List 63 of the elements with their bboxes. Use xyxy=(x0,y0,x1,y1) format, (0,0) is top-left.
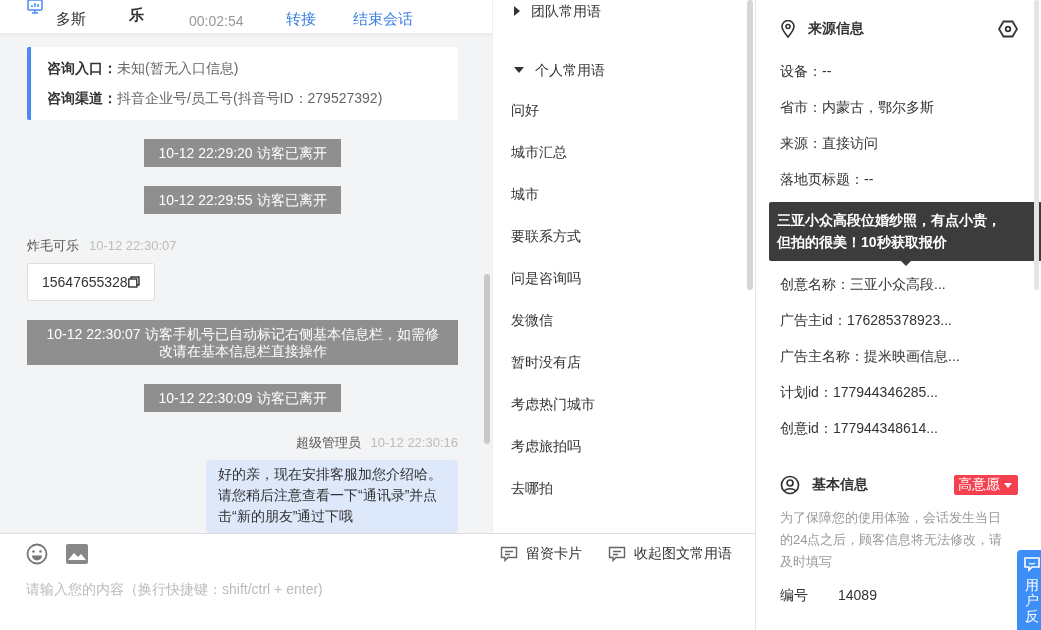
system-notice: 10-12 22:29:55 访客已离开 xyxy=(144,186,341,214)
message-bubble: 好的亲，现在安排客服加您介绍哈。请您稍后注意查看一下“通讯录”并点击“新的朋友”通过下哦 xyxy=(206,460,458,533)
source-field: 创意名称：三亚小众高段... xyxy=(780,266,1041,302)
source-field: 广告主id：176285378923... xyxy=(780,302,1041,338)
source-field: 广告主名称：提米映画信息... xyxy=(780,338,1041,374)
sender-name: 超级管理员 xyxy=(295,435,361,450)
phrase-item[interactable]: 要联系方式 xyxy=(493,215,755,257)
info-line: 咨询渠道：抖音企业号/员工号(抖音号ID：279527392) xyxy=(47,89,384,108)
phrase-item[interactable]: 城市汇总 xyxy=(493,131,755,173)
copy-icon[interactable] xyxy=(127,276,140,288)
visitor-name: 乐 xyxy=(129,6,144,25)
source-field: 省市：内蒙古，鄂尔多斯 xyxy=(780,89,1041,125)
source-field: 设备：-- xyxy=(780,53,1041,89)
field-value: 14089 xyxy=(838,587,877,605)
source-field: 创意id：177944348614... xyxy=(780,410,1041,446)
tooltip: 三亚小众高段位婚纱照，有点小贵，但拍的很美！10秒获取报价 xyxy=(769,202,1041,266)
phrase-item[interactable]: 考虑热门城市 xyxy=(493,383,755,425)
emoji-icon[interactable] xyxy=(26,543,48,565)
message-time: 10-12 22:30:16 xyxy=(370,435,458,450)
phrase-item[interactable]: 考虑旅拍吗 xyxy=(493,425,755,467)
source-field: 计划id：177944346285... xyxy=(780,374,1041,410)
field-label: 编号 xyxy=(780,587,809,605)
header-action-link[interactable]: 结束会话 xyxy=(352,10,413,29)
monitor-icon xyxy=(27,0,43,14)
settings-icon[interactable] xyxy=(998,20,1018,38)
intent-tag-dropdown[interactable]: 高意愿 xyxy=(954,475,1018,495)
system-notice: 10-12 22:30:09 访客已离开 xyxy=(144,384,341,412)
location-pin-icon xyxy=(780,20,796,38)
caret-down-icon xyxy=(514,67,524,73)
system-notice: 10-12 22:30:07 访客手机号已自动标记右侧基本信息栏，如需修改请在基本信息栏直接操作 xyxy=(27,320,458,365)
source-field: 来源：直接访问 xyxy=(780,125,1041,161)
session-duration: 00:02:54 xyxy=(189,13,244,29)
scrollbar[interactable] xyxy=(747,0,753,290)
caret-down-icon xyxy=(1004,482,1012,488)
info-line: 咨询入口：未知(暂无入口信息) xyxy=(47,59,240,78)
phrase-group-header[interactable]: 团队常用语 xyxy=(493,0,755,22)
user-icon xyxy=(780,475,800,495)
message-time: 10-12 22:30:07 xyxy=(89,238,177,253)
scrollbar[interactable] xyxy=(484,274,490,444)
comment-icon xyxy=(608,546,626,562)
phrase-item[interactable]: 城市 xyxy=(493,173,755,215)
phrase-item[interactable]: 问好 xyxy=(493,89,755,131)
image-icon[interactable] xyxy=(66,544,88,564)
caret-right-icon xyxy=(514,6,520,16)
phrase-item[interactable]: 问是咨询吗 xyxy=(493,257,755,299)
section-title: 基本信息 xyxy=(812,476,868,494)
source-field: 落地页标题：-- xyxy=(780,161,1041,197)
message-text: 15647655328 xyxy=(42,274,128,290)
phrase-item[interactable]: 暂时没有店 xyxy=(493,341,755,383)
comment-icon xyxy=(500,546,518,562)
phrase-group-header[interactable]: 个人常用语 xyxy=(493,59,755,81)
section-title: 来源信息 xyxy=(808,20,864,38)
hint-text: 为了保障您的使用体验，会话发生当日的24点之后，顾客信息将无法修改，请及时填写 xyxy=(780,509,1004,571)
sender-name: 炸毛可乐 xyxy=(27,238,79,253)
chat-bubble-icon xyxy=(1023,556,1041,572)
visitor-location: 多斯 xyxy=(56,10,86,29)
system-notice: 10-12 22:29:20 访客已离开 xyxy=(144,139,341,167)
phrase-item[interactable]: 去哪拍 xyxy=(493,467,755,509)
toolbar-button[interactable]: 留资卡片 xyxy=(500,545,582,563)
toolbar-button[interactable]: 收起图文常用语 xyxy=(608,545,732,563)
header-action-link[interactable]: 转接 xyxy=(285,10,316,29)
phrase-item[interactable]: 发微信 xyxy=(493,299,755,341)
scrollbar[interactable] xyxy=(1034,0,1039,290)
